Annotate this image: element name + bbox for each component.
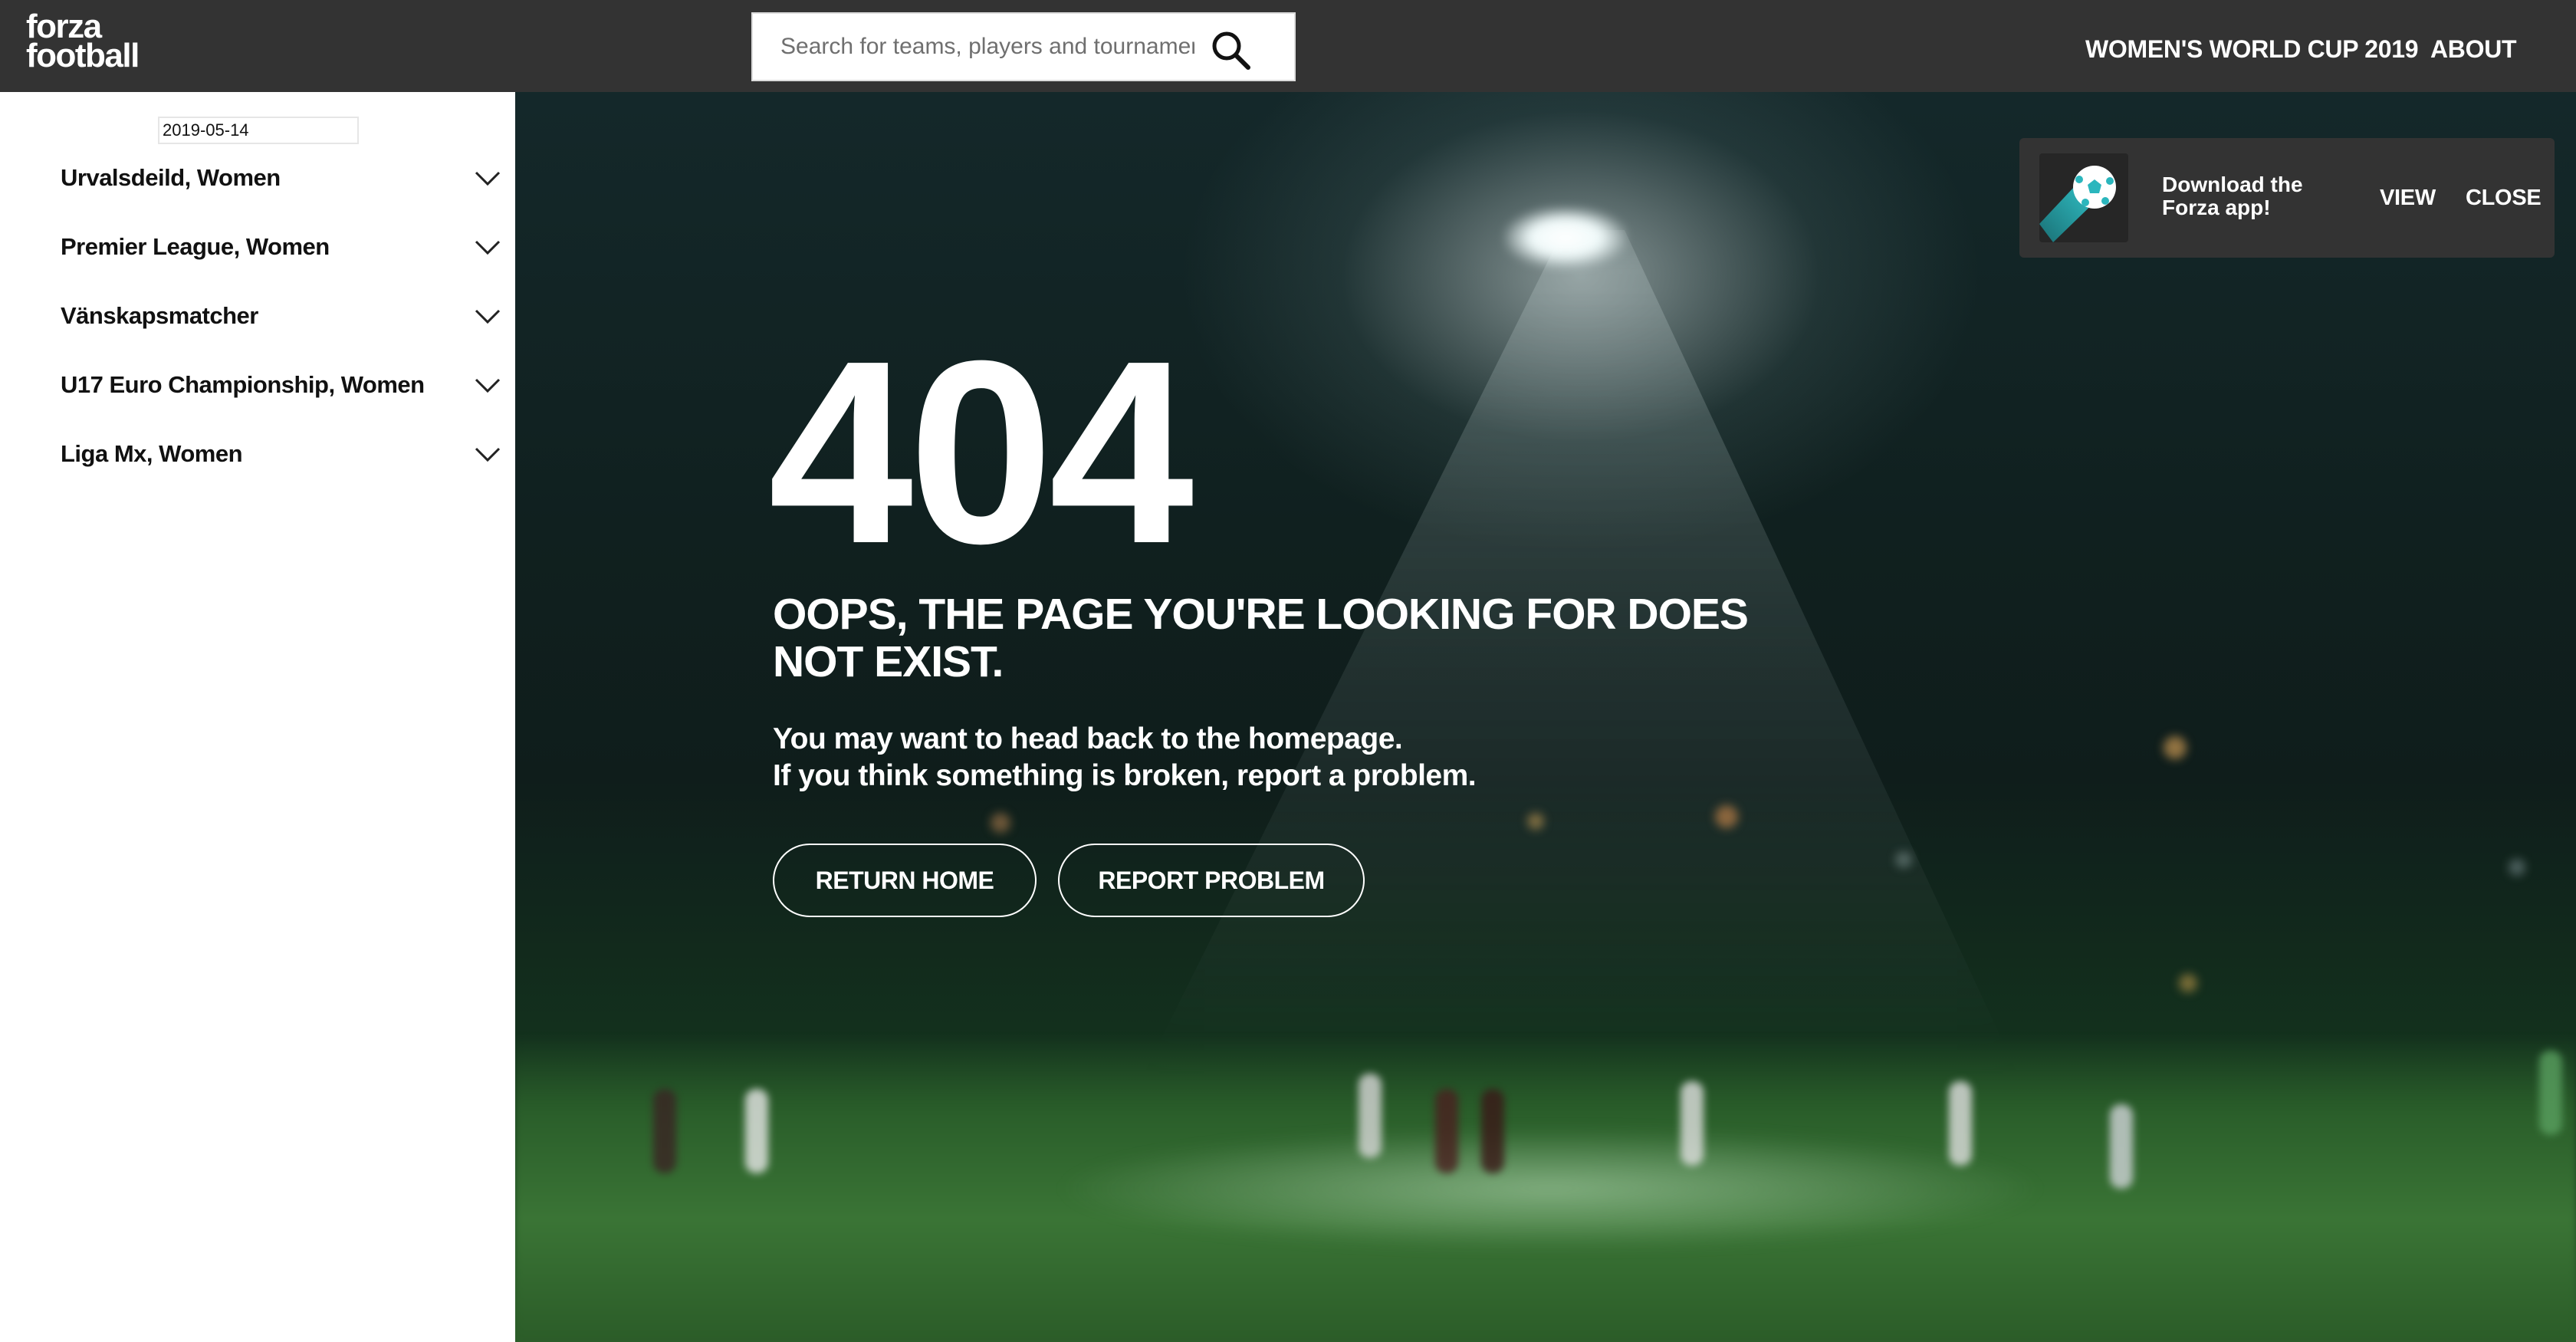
player <box>1949 1081 1972 1166</box>
player <box>653 1089 676 1173</box>
background-light <box>1895 851 1912 868</box>
pitch-light <box>1052 1127 2049 1250</box>
nav-about-link[interactable]: ABOUT <box>2430 35 2517 64</box>
error-message-line-2: If you think something is broken, report… <box>773 759 1477 792</box>
league-label: Liga Mx, Women <box>61 440 243 467</box>
search-icon[interactable] <box>1210 29 1251 71</box>
player <box>1435 1089 1458 1173</box>
search-input[interactable] <box>780 14 1194 80</box>
error-message-line-1: You may want to head back to the homepag… <box>773 722 1403 755</box>
league-label: Premier League, Women <box>61 233 330 260</box>
error-code: 404 <box>768 307 1194 598</box>
football-icon <box>2039 166 2116 242</box>
league-label: Urvalsdeild, Women <box>61 164 281 191</box>
app-banner-text: Download the Forza app! <box>2162 173 2303 219</box>
nav-womens-world-cup-link[interactable]: WOMEN'S WORLD CUP 2019 <box>2085 35 2419 64</box>
sidebar: Urvalsdeild, Women Premier League, Women… <box>0 92 515 1342</box>
error-message: You may want to head back to the homepag… <box>773 721 1477 794</box>
league-item-liga-mx-women[interactable]: Liga Mx, Women <box>0 440 515 509</box>
error-hero: 404 OOPS, THE PAGE YOU'RE LOOKING FOR DO… <box>515 92 2576 1342</box>
floodlight-lamp <box>1504 207 1627 268</box>
chevron-down-icon[interactable] <box>474 377 501 394</box>
league-label: U17 Euro Championship, Women <box>61 371 425 398</box>
player <box>2539 1051 2562 1135</box>
league-item-vanskapsmatcher[interactable]: Vänskapsmatcher <box>0 302 515 371</box>
league-item-premier-league-women[interactable]: Premier League, Women <box>0 233 515 302</box>
background-light <box>2509 859 2525 876</box>
background-light <box>2164 736 2187 759</box>
chevron-down-icon[interactable] <box>474 308 501 325</box>
report-problem-button[interactable]: REPORT PROBLEM <box>1058 844 1365 917</box>
app-close-button[interactable]: CLOSE <box>2466 186 2542 211</box>
forza-app-icon <box>2039 153 2128 242</box>
app-download-banner: Download the Forza app! VIEW CLOSE <box>2019 138 2555 258</box>
date-field[interactable] <box>158 117 359 144</box>
chevron-down-icon[interactable] <box>474 446 501 463</box>
error-title: OOPS, THE PAGE YOU'RE LOOKING FOR DOES N… <box>773 590 1749 686</box>
league-item-u17-euro-championship-women[interactable]: U17 Euro Championship, Women <box>0 371 515 440</box>
app-view-button[interactable]: VIEW <box>2380 186 2436 211</box>
forza-football-logo[interactable]: forza football <box>26 10 156 74</box>
background-light <box>991 813 1010 833</box>
background-light <box>1527 813 1544 830</box>
logo-line-2: football <box>26 37 140 74</box>
chevron-down-icon[interactable] <box>474 170 501 187</box>
top-bar: forza football WOMEN'S WORLD CUP 2019 AB… <box>0 0 2576 92</box>
return-home-button[interactable]: RETURN HOME <box>773 844 1037 917</box>
league-label: Vänskapsmatcher <box>61 302 258 329</box>
background-light <box>2179 974 2197 992</box>
player <box>1481 1089 1504 1173</box>
background-light <box>1715 805 1738 828</box>
player <box>2110 1104 2133 1189</box>
search-box <box>751 12 1296 81</box>
player <box>745 1089 768 1173</box>
chevron-down-icon[interactable] <box>474 239 501 256</box>
league-item-urvalsdeild-women[interactable]: Urvalsdeild, Women <box>0 164 515 233</box>
player <box>1681 1081 1704 1166</box>
player <box>1359 1074 1382 1158</box>
